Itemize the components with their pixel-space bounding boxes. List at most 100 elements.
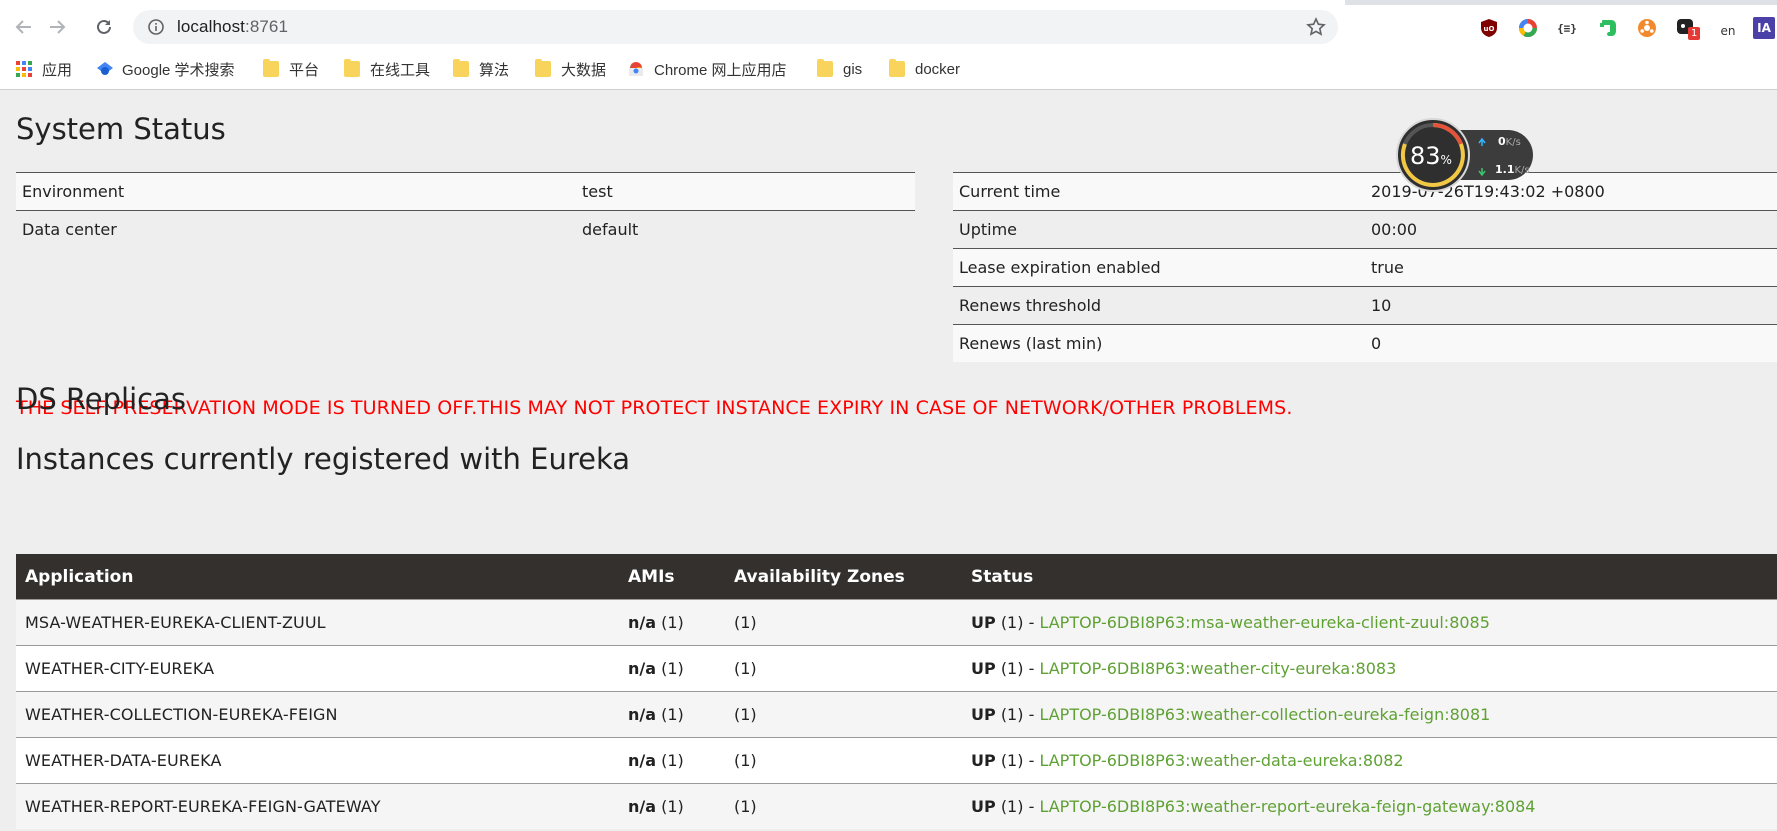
instance-link[interactable]: LAPTOP-6DBI8P63:weather-data-eureka:8082: [1039, 751, 1403, 770]
netmon-upload: 0K/s: [1498, 135, 1521, 148]
zones-cell: (1): [725, 737, 962, 784]
status-value: 10: [1365, 286, 1777, 325]
status-cell: UP (1) - LAPTOP-6DBI8P63:weather-city-eu…: [962, 645, 1777, 692]
webstore-icon: [628, 61, 644, 77]
column-header-availability-zones[interactable]: Availability Zones: [725, 554, 962, 600]
status-row-uptime: Uptime 00:00: [953, 210, 1777, 249]
zones-cell: (1): [725, 599, 962, 646]
app-name: MSA-WEATHER-EUREKA-CLIENT-ZUUL: [16, 599, 619, 646]
ami-cell: n/a (1): [619, 691, 725, 738]
back-arrow-icon: [15, 20, 31, 34]
bookmark-folder-online-tools[interactable]: 在线工具: [344, 59, 430, 79]
bookmark-folder-bigdata[interactable]: 大数据: [535, 59, 606, 79]
browser-toolbar: localhost:8761 uO {≡} 1 en IA: [0, 5, 1777, 49]
reload-button[interactable]: [91, 14, 117, 40]
column-header-application[interactable]: Application: [16, 554, 619, 600]
bookmark-folder-docker[interactable]: docker: [889, 59, 960, 79]
address-bar[interactable]: localhost:8761: [133, 10, 1338, 44]
forward-button[interactable]: [44, 14, 70, 40]
svg-text:{≡}: {≡}: [1557, 22, 1577, 35]
ami-cell: n/a (1): [619, 737, 725, 784]
status-value: test: [576, 172, 915, 211]
instances-title: Instances currently registered with Eure…: [16, 442, 631, 476]
scholar-icon: [96, 61, 113, 77]
translate-icon[interactable]: en: [1717, 17, 1739, 39]
network-monitor-widget[interactable]: 83% 0K/s 1.1K/s: [1393, 118, 1543, 208]
folder-icon: [535, 59, 551, 77]
bookmarks-bar: 应用 Google 学术搜索 平台 在线工具 算法 大数据 Chrome 网上应…: [0, 49, 1777, 90]
column-header-status[interactable]: Status: [962, 554, 1777, 600]
orange-extension-icon[interactable]: [1636, 17, 1658, 39]
ami-cell: n/a (1): [619, 599, 725, 646]
column-header-amis[interactable]: AMIs: [619, 554, 725, 600]
instances-table: Application AMIs Availability Zones Stat…: [16, 554, 1777, 829]
instance-link[interactable]: LAPTOP-6DBI8P63:weather-collection-eurek…: [1039, 705, 1490, 724]
url-text[interactable]: localhost:8761: [177, 17, 288, 37]
folder-icon: [453, 59, 469, 77]
evernote-icon[interactable]: [1597, 17, 1619, 39]
apps-grid-icon: [16, 61, 32, 77]
table-row: MSA-WEATHER-EUREKA-CLIENT-ZUUL n/a (1) (…: [16, 599, 1777, 646]
status-key: Lease expiration enabled: [953, 248, 1365, 287]
folder-icon: [817, 59, 833, 77]
bookmark-chrome-webstore[interactable]: Chrome 网上应用店: [628, 59, 787, 79]
self-preservation-warning: THE SELF PRESERVATION MODE IS TURNED OFF…: [16, 397, 1293, 419]
status-cell: UP (1) - LAPTOP-6DBI8P63:msa-weather-eur…: [962, 599, 1777, 646]
status-key: Current time: [953, 172, 1365, 211]
chrome-color-icon[interactable]: [1517, 17, 1539, 39]
app-name: WEATHER-CITY-EUREKA: [16, 645, 619, 692]
status-row-renews-threshold: Renews threshold 10: [953, 286, 1777, 325]
system-status-left-table: Environment test Data center default: [16, 172, 915, 248]
system-status-right-table: Current time 2019-07-26T19:43:02 +0800 U…: [953, 172, 1777, 362]
netmon-percent: 83%: [1410, 142, 1452, 170]
status-key: Renews threshold: [953, 286, 1365, 325]
status-key: Uptime: [953, 210, 1365, 249]
back-button[interactable]: [11, 14, 37, 40]
app-name: WEATHER-DATA-EUREKA: [16, 737, 619, 784]
status-value: 00:00: [1365, 210, 1777, 249]
table-row: WEATHER-CITY-EUREKA n/a (1) (1) UP (1) -…: [16, 645, 1777, 692]
folder-icon: [263, 59, 279, 77]
instance-link[interactable]: LAPTOP-6DBI8P63:msa-weather-eureka-clien…: [1039, 613, 1489, 632]
status-row-data-center: Data center default: [16, 210, 915, 248]
instance-link[interactable]: LAPTOP-6DBI8P63:weather-city-eureka:8083: [1039, 659, 1396, 678]
bookmark-folder-platform[interactable]: 平台: [263, 59, 319, 79]
folder-icon: [889, 59, 905, 77]
status-value: default: [576, 210, 915, 248]
status-row-current-time: Current time 2019-07-26T19:43:02 +0800: [953, 172, 1777, 211]
extension-badge: 1: [1688, 27, 1701, 40]
ublock-icon[interactable]: uO: [1478, 17, 1500, 39]
app-name: WEATHER-REPORT-EUREKA-FEIGN-GATEWAY: [16, 783, 619, 829]
json-viewer-icon[interactable]: {≡}: [1556, 17, 1578, 39]
table-row: WEATHER-DATA-EUREKA n/a (1) (1) UP (1) -…: [16, 737, 1777, 784]
bookmark-folder-algorithms[interactable]: 算法: [453, 59, 509, 79]
ds-replicas-title: DS Replicas: [16, 382, 186, 416]
status-cell: UP (1) - LAPTOP-6DBI8P63:weather-collect…: [962, 691, 1777, 738]
zones-cell: (1): [725, 691, 962, 738]
reload-icon: [97, 19, 111, 34]
system-status-title: System Status: [16, 112, 226, 146]
ia-icon[interactable]: IA: [1753, 17, 1775, 39]
ami-cell: n/a (1): [619, 645, 725, 692]
table-row: WEATHER-REPORT-EUREKA-FEIGN-GATEWAY n/a …: [16, 783, 1777, 829]
info-icon[interactable]: [147, 18, 165, 36]
status-key: Data center: [16, 210, 576, 248]
bookmark-folder-gis[interactable]: gis: [817, 59, 862, 79]
svg-text:uO: uO: [1484, 25, 1495, 33]
status-cell: UP (1) - LAPTOP-6DBI8P63:weather-report-…: [962, 783, 1777, 829]
netmon-download: 1.1K/s: [1495, 163, 1530, 176]
zones-cell: (1): [725, 645, 962, 692]
status-row-lease-expiration: Lease expiration enabled true: [953, 248, 1777, 287]
status-row-renews-last-min: Renews (last min) 0: [953, 324, 1777, 362]
zones-cell: (1): [725, 783, 962, 829]
status-key: Renews (last min): [953, 324, 1365, 362]
status-cell: UP (1) - LAPTOP-6DBI8P63:weather-data-eu…: [962, 737, 1777, 784]
instance-link[interactable]: LAPTOP-6DBI8P63:weather-report-eureka-fe…: [1039, 797, 1535, 816]
status-key: Environment: [16, 172, 576, 211]
status-value: 0: [1365, 324, 1777, 362]
ami-cell: n/a (1): [619, 783, 725, 829]
bookmark-star-icon[interactable]: [1306, 17, 1326, 37]
badge-extension-icon[interactable]: 1: [1676, 17, 1701, 40]
bookmark-google-scholar[interactable]: Google 学术搜索: [96, 59, 235, 79]
bookmark-apps[interactable]: 应用: [16, 59, 72, 79]
